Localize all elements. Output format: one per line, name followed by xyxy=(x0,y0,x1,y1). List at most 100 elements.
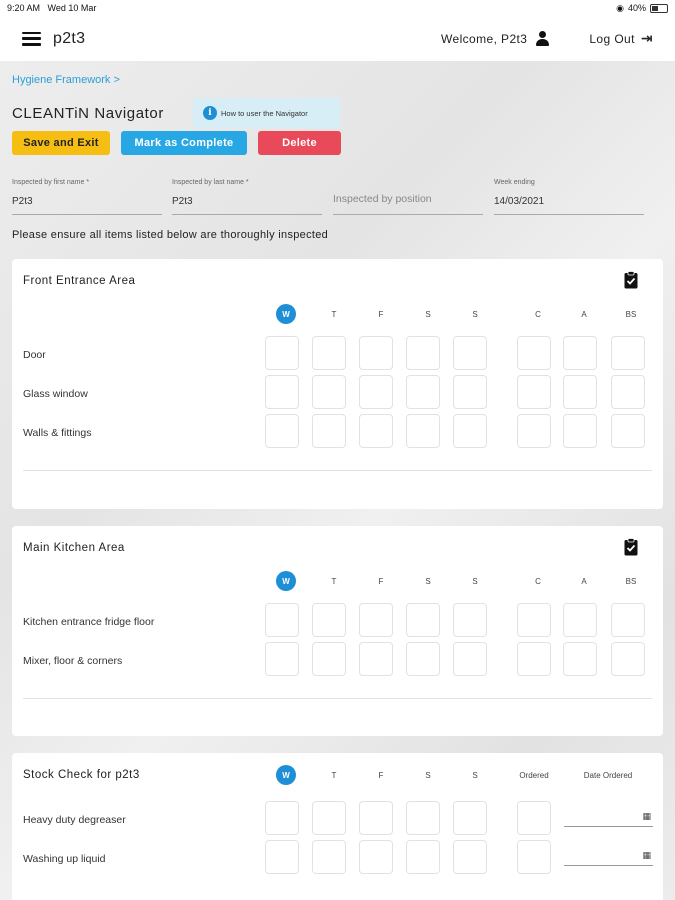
checkbox[interactable] xyxy=(265,603,299,637)
checkbox[interactable] xyxy=(517,414,551,448)
checkbox[interactable] xyxy=(312,603,346,637)
checkbox[interactable] xyxy=(359,840,393,874)
col-head-fri: F xyxy=(378,771,384,780)
checkbox[interactable] xyxy=(406,375,440,409)
checkbox[interactable] xyxy=(359,642,393,676)
col-head-wed[interactable]: W xyxy=(276,571,296,591)
week-ending-value: 14/03/2021 xyxy=(494,196,545,207)
row-label: Washing up liquid xyxy=(23,853,106,865)
col-head-a: A xyxy=(581,310,587,319)
delete-button[interactable]: Delete xyxy=(258,131,341,155)
position-field[interactable]: Inspected by position xyxy=(333,179,483,215)
battery-percent: 40% xyxy=(627,3,646,13)
welcome-text: Welcome, P2t3 xyxy=(441,31,528,46)
col-head-wed[interactable]: W xyxy=(276,765,296,785)
checkbox[interactable] xyxy=(406,414,440,448)
checkbox[interactable] xyxy=(312,414,346,448)
checkbox[interactable] xyxy=(563,414,597,448)
checkbox[interactable] xyxy=(265,375,299,409)
checkbox[interactable] xyxy=(453,603,487,637)
date-ordered-field[interactable]: ▦ xyxy=(564,842,653,866)
col-head-wed[interactable]: W xyxy=(276,304,296,324)
checkbox[interactable] xyxy=(406,801,440,835)
mark-complete-button[interactable]: Mark as Complete xyxy=(121,131,247,155)
first-name-value: P2t3 xyxy=(12,196,33,207)
col-head-thu: T xyxy=(331,577,337,586)
col-head-c: C xyxy=(535,577,541,586)
checkbox[interactable] xyxy=(312,801,346,835)
checkbox[interactable] xyxy=(265,336,299,370)
user-icon[interactable] xyxy=(535,31,550,46)
col-head-sun: S xyxy=(472,771,478,780)
checkbox[interactable] xyxy=(265,642,299,676)
col-head-bs: BS xyxy=(625,577,637,586)
checkbox[interactable] xyxy=(359,336,393,370)
checkbox[interactable] xyxy=(611,375,645,409)
checkbox[interactable] xyxy=(611,603,645,637)
col-head-sat: S xyxy=(425,771,431,780)
checkbox[interactable] xyxy=(265,840,299,874)
clipboard-check-icon[interactable] xyxy=(624,271,638,289)
clipboard-check-icon[interactable] xyxy=(624,538,638,556)
col-head-a: A xyxy=(581,577,587,586)
checkbox[interactable] xyxy=(359,801,393,835)
week-ending-field[interactable]: Week ending 14/03/2021 xyxy=(494,179,644,215)
checkbox[interactable] xyxy=(453,336,487,370)
checkbox[interactable] xyxy=(359,414,393,448)
checkbox[interactable] xyxy=(406,642,440,676)
checkbox[interactable] xyxy=(406,840,440,874)
chevron-right-icon: > xyxy=(113,74,120,86)
date-ordered-field[interactable]: ▦ xyxy=(564,803,653,827)
checkbox[interactable] xyxy=(453,642,487,676)
checkbox[interactable] xyxy=(359,375,393,409)
checkbox[interactable] xyxy=(453,414,487,448)
divider xyxy=(23,698,652,699)
checkbox[interactable] xyxy=(312,642,346,676)
checkbox[interactable] xyxy=(453,375,487,409)
battery-icon xyxy=(650,3,668,13)
col-head-bs: BS xyxy=(625,310,637,319)
checkbox[interactable] xyxy=(312,375,346,409)
first-name-label: Inspected by first name * xyxy=(12,179,90,186)
save-exit-button[interactable]: Save and Exit xyxy=(12,131,110,155)
checkbox[interactable] xyxy=(517,375,551,409)
logout-button[interactable]: Log Out ⇥ xyxy=(589,30,653,47)
checkbox[interactable] xyxy=(517,603,551,637)
wifi-icon: ◉ xyxy=(616,2,624,13)
last-name-field[interactable]: Inspected by last name * P2t3 xyxy=(172,179,322,215)
checkbox[interactable] xyxy=(611,414,645,448)
last-name-value: P2t3 xyxy=(172,196,193,207)
checkbox[interactable] xyxy=(517,840,551,874)
checkbox[interactable] xyxy=(611,642,645,676)
checkbox[interactable] xyxy=(517,642,551,676)
breadcrumb[interactable]: Hygiene Framework > xyxy=(12,74,120,86)
divider xyxy=(23,470,652,471)
first-name-field[interactable]: Inspected by first name * P2t3 xyxy=(12,179,162,215)
checkbox[interactable] xyxy=(312,336,346,370)
page-title: CLEANTiN Navigator xyxy=(12,105,164,122)
checkbox[interactable] xyxy=(563,642,597,676)
status-date: Wed 10 Mar xyxy=(47,3,97,13)
checkbox[interactable] xyxy=(359,603,393,637)
checkbox[interactable] xyxy=(312,840,346,874)
help-button[interactable]: i How to user the Navigator xyxy=(193,98,340,128)
checkbox[interactable] xyxy=(563,375,597,409)
checkbox[interactable] xyxy=(611,336,645,370)
col-head-ordered: Ordered xyxy=(519,771,549,780)
row-label: Glass window xyxy=(23,388,88,400)
section-card-front-entrance: Front Entrance Area W T F S S C A BS Doo… xyxy=(12,259,663,509)
hamburger-icon[interactable] xyxy=(22,31,41,46)
app-title: p2t3 xyxy=(53,29,86,47)
col-head-sat: S xyxy=(425,310,431,319)
checkbox[interactable] xyxy=(265,801,299,835)
checkbox[interactable] xyxy=(265,414,299,448)
checkbox[interactable] xyxy=(406,336,440,370)
checkbox[interactable] xyxy=(563,336,597,370)
checkbox[interactable] xyxy=(453,801,487,835)
checkbox[interactable] xyxy=(517,336,551,370)
checkbox[interactable] xyxy=(563,603,597,637)
checkbox[interactable] xyxy=(453,840,487,874)
checkbox[interactable] xyxy=(517,801,551,835)
col-head-sun: S xyxy=(472,310,478,319)
checkbox[interactable] xyxy=(406,603,440,637)
